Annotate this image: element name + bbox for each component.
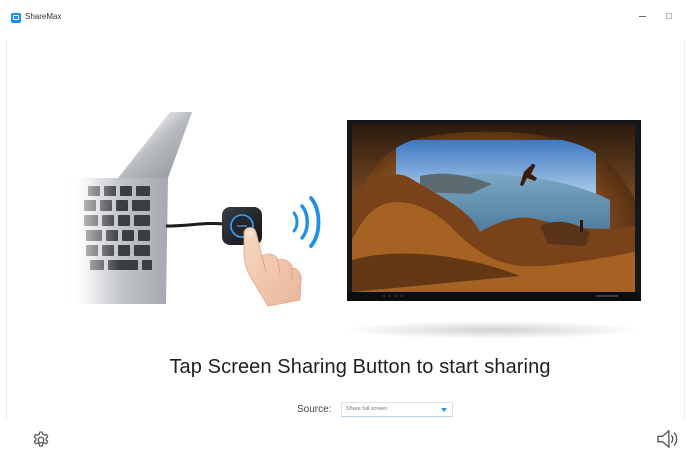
source-dropdown[interactable]: Share full screen [341,402,453,417]
chevron-down-icon [441,408,447,412]
sharing-illustration [60,112,643,339]
source-selected-value: Share full screen [346,406,388,412]
display-illustration [347,120,641,301]
instruction-headline: Tap Screen Sharing Button to start shari… [169,356,551,378]
speaker-icon[interactable] [655,428,681,450]
wireless-signal-icon [292,196,321,248]
display-shadow [343,321,643,339]
source-label: Source: [297,404,332,415]
gear-icon[interactable] [31,430,51,450]
app-window: ShareMax Tap Screen Sharing Button to st… [0,0,691,452]
laptop-illustration [60,112,192,304]
hand-illustration [243,227,302,307]
